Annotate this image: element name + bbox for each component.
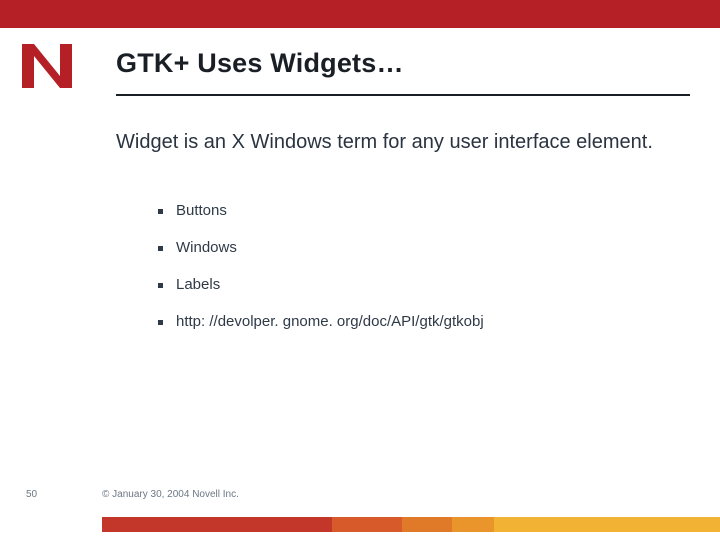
- copyright-text: © January 30, 2004 Novell Inc.: [102, 489, 239, 500]
- slide-title: GTK+ Uses Widgets…: [116, 48, 404, 79]
- list-item: http: //devolper. gnome. org/doc/API/gtk…: [158, 313, 660, 330]
- list-item: Windows: [158, 239, 660, 256]
- footer-segment: [102, 517, 332, 532]
- bullet-list: Buttons Windows Labels http: //devolper.…: [158, 202, 660, 350]
- footer-color-bar: [102, 517, 720, 532]
- title-underline: [116, 94, 690, 96]
- footer-segment: [332, 517, 402, 532]
- list-item: Labels: [158, 276, 660, 293]
- footer-segment: [452, 517, 494, 532]
- slide-lead-text: Widget is an X Windows term for any user…: [116, 130, 660, 155]
- page-number: 50: [26, 489, 37, 500]
- novell-logo: [20, 42, 74, 90]
- footer-segment: [402, 517, 452, 532]
- footer-segment: [494, 517, 720, 532]
- top-brand-band: [0, 0, 720, 28]
- list-item: Buttons: [158, 202, 660, 219]
